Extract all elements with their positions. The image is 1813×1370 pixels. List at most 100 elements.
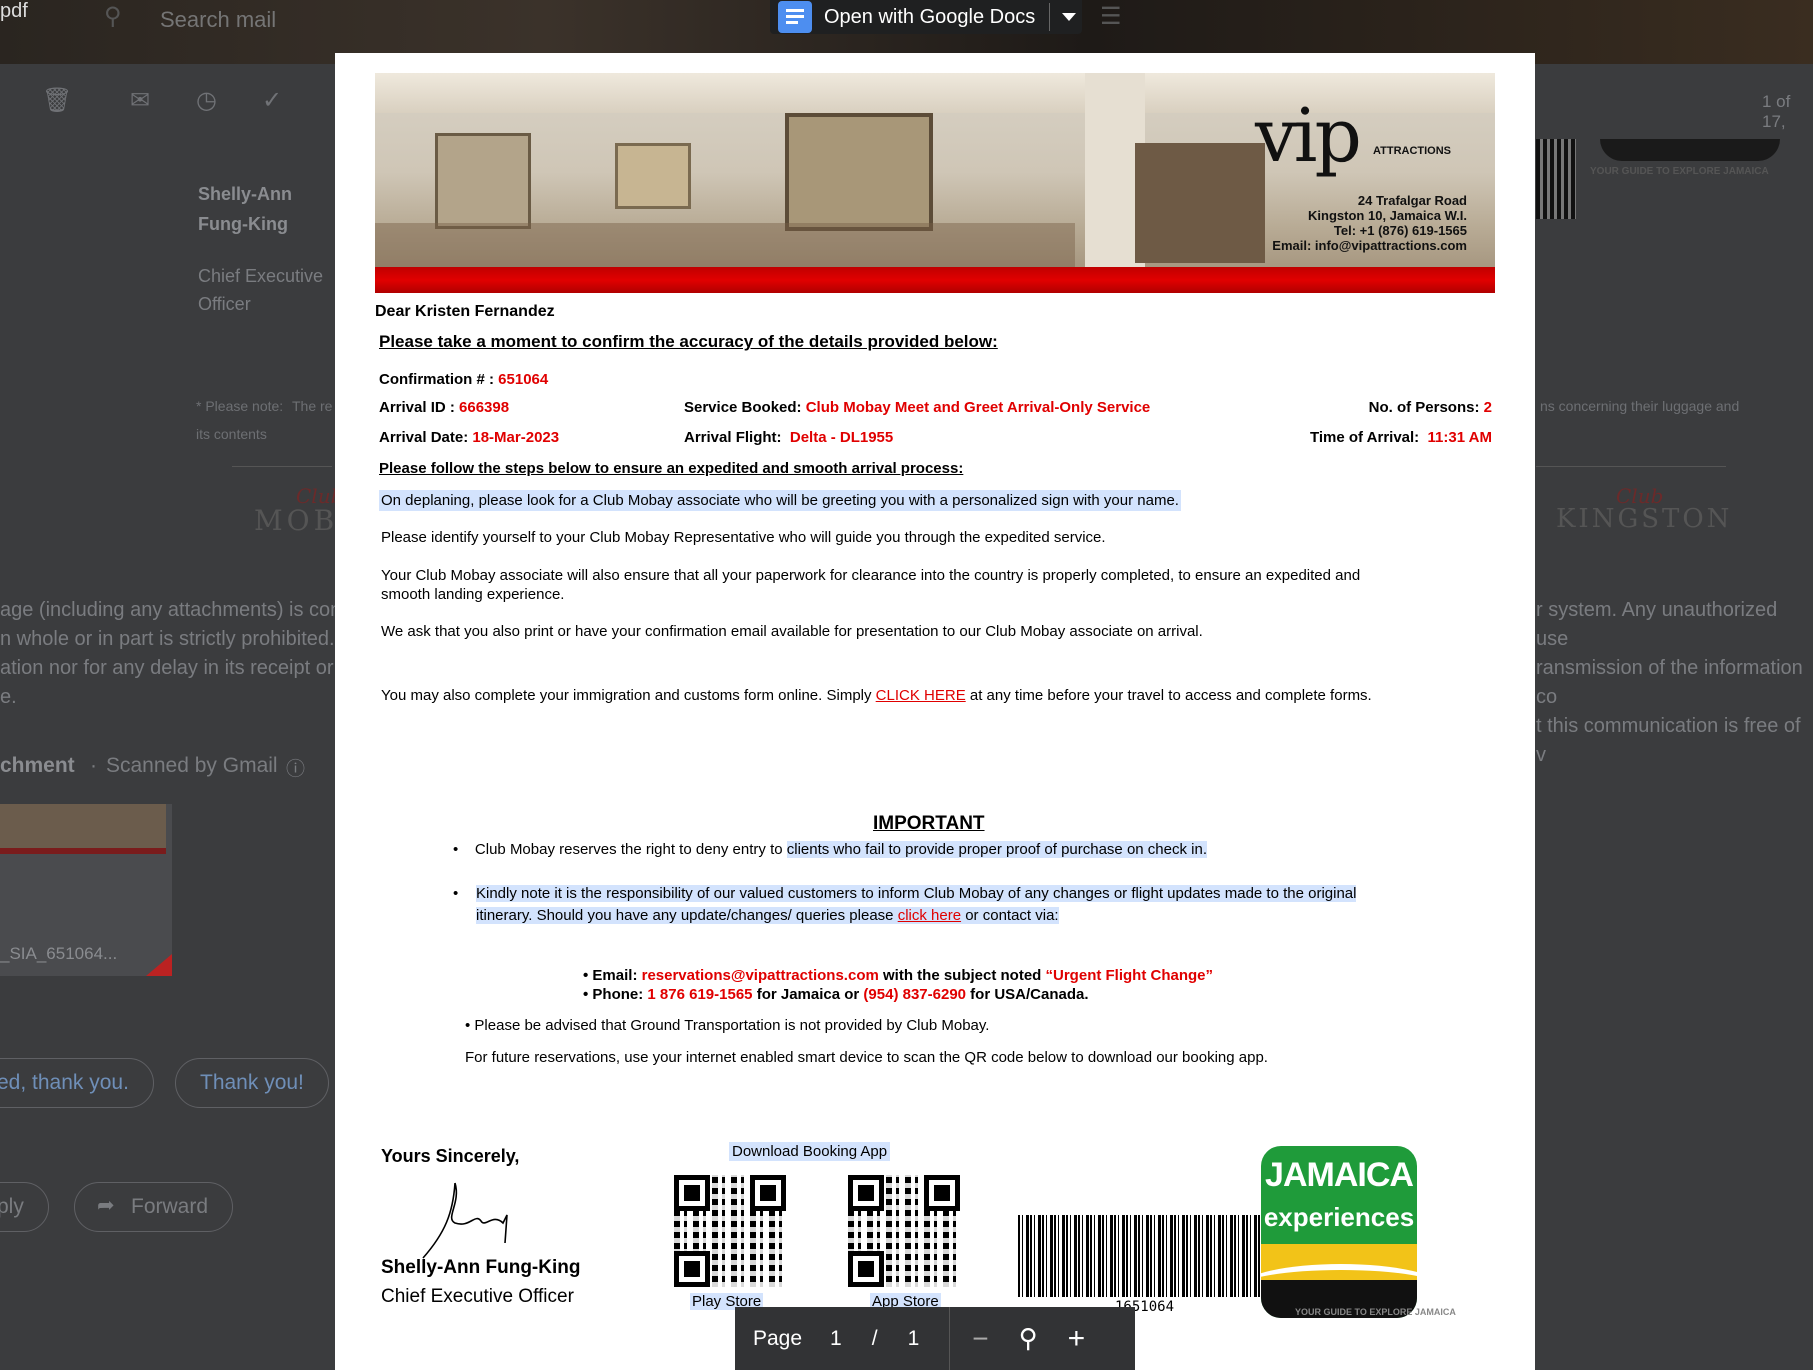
smart-reply-2[interactable]: Thank you! (175, 1058, 329, 1108)
sender-name-1: Shelly-Ann (198, 184, 293, 204)
arrival-date-value: 18-Mar-2023 (472, 429, 560, 446)
vip-logo-text: vip (1255, 93, 1362, 179)
snooze-icon[interactable]: ◷ (196, 86, 217, 115)
service-row: Service Booked: Club Mobay Meet and Gree… (684, 399, 1150, 416)
settings-sliders-icon[interactable]: ☰ (1100, 2, 1122, 31)
email-row: • Email: reservations@vipattractions.com… (583, 967, 1213, 984)
flight-value: Delta - DL1955 (789, 429, 894, 446)
arrival-date-row: Arrival Date: 18-Mar-2023 (379, 429, 559, 446)
contact-click-here-link[interactable]: click here (898, 907, 961, 924)
signer-name: Shelly-Ann Fung-King (381, 1257, 581, 1278)
divider-left (232, 466, 332, 467)
service-value: Club Mobay Meet and Greet Arrival-Only S… (805, 399, 1151, 416)
divider-right (1536, 466, 1726, 467)
scanned-label: Scanned by Gmail (106, 754, 278, 777)
open-with-label: Open with Google Docs (824, 5, 1036, 28)
address-line: Email: info@vipattractions.com (1272, 238, 1467, 253)
step-1: On deplaning, please look for a Club Mob… (379, 490, 1181, 511)
company-address: 24 Trafalgar Road Kingston 10, Jamaica W… (1272, 193, 1467, 253)
bullet-1: • Club Mobay reserves the right to deny … (453, 841, 1207, 858)
click-here-link[interactable]: CLICK HERE (876, 687, 966, 704)
forward-icon: ➦ (97, 1194, 115, 1217)
phone-mid: for Jamaica or (756, 986, 860, 1003)
address-line: Kingston 10, Jamaica W.I. (1308, 208, 1467, 223)
attachment-filename: _SIA_651064... (0, 944, 118, 963)
reply-button[interactable]: ply (0, 1182, 49, 1232)
app-store-qr[interactable] (848, 1175, 960, 1287)
persons-label: No. of Persons: (1368, 399, 1480, 416)
bullet-2b-pre: itinerary. Should you have any update/ch… (476, 907, 894, 924)
sender-title-1: Chief Executive (198, 266, 324, 286)
page-current[interactable]: 1 (830, 1327, 842, 1351)
attachment-label: chment (0, 754, 75, 777)
bullet-2b-post: or contact via: (965, 907, 1059, 924)
email-mid: with the subject noted (883, 967, 1042, 984)
smart-reply-1[interactable]: ed, thank you. (0, 1058, 154, 1108)
forward-button[interactable]: ➦ Forward (74, 1182, 234, 1232)
important-heading: IMPORTANT (873, 813, 985, 834)
club-left-logo: MOB (254, 504, 339, 537)
bullet-1-text: Club Mobay reserves the right to deny en… (474, 841, 783, 858)
step-4: We ask that you also print or have your … (381, 623, 1203, 640)
vip-logo: vip ATTRACTIONS (1255, 93, 1451, 179)
delete-icon[interactable]: 🗑 (42, 86, 72, 115)
add-task-icon[interactable]: ✓ (262, 86, 282, 115)
disclaimer-right-line: ransmission of the information co (1536, 657, 1803, 708)
barcode (1018, 1215, 1278, 1297)
letterhead-banner: vip ATTRACTIONS 24 Trafalgar Road Kingsto… (375, 73, 1495, 293)
persons-row: No. of Persons: 2 (1369, 399, 1492, 416)
time-label: Time of Arrival: (1309, 429, 1420, 446)
note-text-left: The re (292, 398, 333, 414)
phone-row: • Phone: 1 876 619-1565 for Jamaica or (… (583, 986, 1089, 1003)
step-3b: smooth landing experience. (381, 586, 565, 603)
confirmation-row: Confirmation # : 651064 (379, 371, 548, 388)
email-value[interactable]: reservations@vipattractions.com (642, 967, 879, 984)
chevron-down-icon[interactable] (1062, 13, 1077, 21)
bullet-2a: Kindly note it is the responsibility of … (476, 885, 1357, 902)
mark-unread-icon[interactable]: ✉ (130, 86, 150, 115)
jamaica-logo-line2: experiences (1263, 1202, 1415, 1232)
arrival-id-row: Arrival ID : 666398 (379, 399, 509, 416)
app-label: pdf (0, 0, 28, 22)
address-line: 24 Trafalgar Road (1357, 193, 1467, 208)
sender-name-2: Fung-King (198, 214, 288, 234)
address-line: Tel: +1 (876) 619-1565 (1333, 223, 1467, 238)
immigration-post: at any time before your travel to access… (969, 687, 1372, 704)
banner-red-bar (375, 267, 1495, 293)
download-app-label: Download Booking App (729, 1142, 891, 1161)
disclaimer-right-line: t this communication is free of v (1536, 715, 1801, 766)
signature (422, 1182, 508, 1259)
arrival-date-label: Arrival Date: (379, 429, 469, 446)
jamaica-experiences-logo: JAMAICA experiences (1261, 1146, 1417, 1318)
zoom-icon[interactable]: ⚲ (1019, 1323, 1038, 1354)
club-right-logo: KINGSTON (1556, 504, 1733, 534)
immigration-line: You may also complete your immigration a… (381, 687, 1372, 704)
phone-usa: (954) 837-6290 (863, 986, 966, 1003)
note-text-left-2: its contents (196, 426, 267, 442)
search-input[interactable] (158, 4, 662, 36)
signer-title: Chief Executive Officer (381, 1286, 574, 1307)
page-label: Page (753, 1326, 803, 1350)
zoom-in-icon[interactable]: + (1068, 1322, 1086, 1356)
play-store-qr[interactable] (674, 1175, 786, 1287)
step-2: Please identify yourself to your Club Mo… (381, 529, 1106, 546)
future-reservations: For future reservations, use your intern… (465, 1049, 1268, 1066)
bullet-2b: itinerary. Should you have any update/ch… (476, 907, 1059, 924)
disclaimer-left-line: e. (0, 686, 17, 708)
zoom-out-icon[interactable]: − (972, 1323, 988, 1355)
step-3a: Your Club Mobay associate will also ensu… (381, 567, 1361, 584)
note-text-right: ns concerning their luggage and (1540, 398, 1740, 414)
flight-label: Arrival Flight: (684, 429, 782, 446)
info-icon[interactable]: ⓘ (286, 754, 305, 781)
vip-logo-sub: ATTRACTIONS (1373, 145, 1452, 157)
open-with-google-docs-button[interactable]: Open with Google Docs (770, 0, 1082, 34)
sender-title-2: Officer (198, 294, 251, 314)
arrival-id-label: Arrival ID : (379, 399, 455, 416)
forward-label: Forward (131, 1195, 209, 1218)
bullet-1-highlight: clients who fail to provide proper proof… (786, 841, 1207, 858)
closing: Yours Sincerely, (381, 1146, 520, 1166)
search-icon[interactable]: ⚲ (104, 2, 122, 31)
confirmation-label: Confirmation # : (379, 371, 494, 388)
disclaimer-right: r system. Any unauthorized use ransmissi… (1536, 596, 1813, 770)
disclaimer-left-line: n whole or in part is strictly prohibite… (0, 628, 353, 650)
